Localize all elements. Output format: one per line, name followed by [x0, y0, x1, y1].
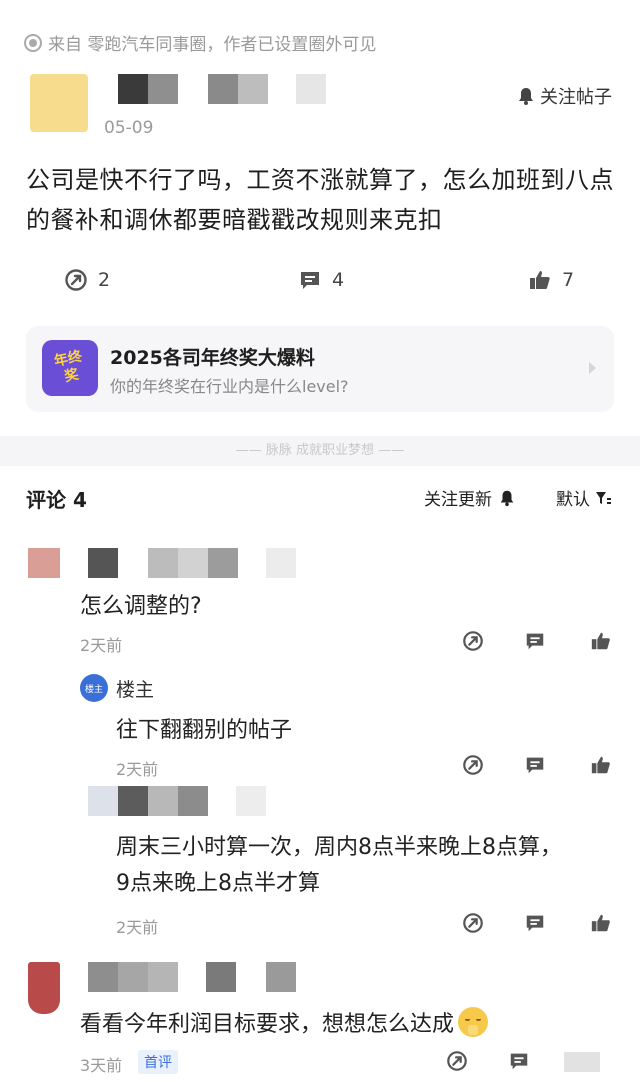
share-count: 2: [98, 269, 111, 291]
comment-actions: [462, 630, 614, 654]
follow-updates-button[interactable]: 关注更新: [424, 485, 516, 510]
comment-time: 2天前: [80, 636, 123, 655]
comment-actions: [446, 1050, 606, 1074]
sort-label: 默认: [556, 490, 590, 510]
comment-text: 看看今年利润目标要求，想想怎么达成: [80, 1012, 455, 1037]
post-body-line: 公司是快不行了吗，工资不涨就算了，怎么加班到八点: [26, 166, 614, 194]
reply-time: 2天前: [116, 760, 159, 779]
promo-badge-text: 年终奖: [52, 348, 84, 386]
thumbs-up-icon[interactable]: [590, 630, 612, 652]
chevron-right-icon: [589, 362, 596, 374]
location-icon: [24, 33, 42, 52]
source-text: 来自 零跑汽车同事圈，作者已设置圈外可见: [48, 35, 377, 55]
promo-title: 2025各司年终奖大爆料: [110, 347, 315, 369]
like-count: 7: [562, 269, 575, 291]
reply-actions: [462, 912, 614, 936]
comment-icon[interactable]: [524, 754, 546, 776]
brand-divider: —— 脉脉 成就职业梦想 ——: [0, 436, 640, 466]
comments-title: 评论 4: [26, 488, 87, 512]
commenter-avatar[interactable]: [28, 962, 60, 1014]
brand-slogan: —— 脉脉 成就职业梦想 ——: [235, 443, 405, 458]
comment-icon[interactable]: [524, 630, 546, 652]
bell-icon: [500, 490, 514, 506]
thumbs-up-icon[interactable]: [590, 912, 612, 934]
follow-post-button[interactable]: 关注帖子: [516, 83, 612, 109]
share-icon[interactable]: [462, 912, 484, 934]
bell-icon: [519, 88, 533, 105]
first-comment-tag: 首评: [138, 1050, 178, 1074]
comment-icon: [301, 272, 319, 289]
commenter-avatar[interactable]: [28, 548, 60, 578]
source-line: 来自 零跑汽车同事圈，作者已设置圈外可见: [24, 30, 376, 55]
reply-actions: [462, 754, 614, 778]
comment-time: 3天前: [80, 1056, 123, 1075]
like-button[interactable]: 7: [528, 268, 574, 292]
comment-text: 怎么调整的?: [80, 594, 202, 619]
comment-count: 4: [332, 269, 345, 291]
share-icon: [65, 269, 87, 291]
watermark-pixelated: [564, 1052, 600, 1072]
comment-text-row: 看看今年利润目标要求，想想怎么达成: [80, 1006, 489, 1038]
author-avatar[interactable]: [30, 74, 88, 132]
op-avatar-badge[interactable]: 楼主: [80, 674, 108, 702]
thumbs-up-icon: [530, 271, 550, 289]
post-body: 公司是快不行了吗，工资不涨就算了，怎么加班到八点 的餐补和调休都要暗戳戳改规则来…: [26, 160, 614, 240]
thumbs-up-icon[interactable]: [590, 754, 612, 776]
promo-subtitle: 你的年终奖在行业内是什么level?: [110, 377, 349, 396]
follow-post-label: 关注帖子: [540, 87, 612, 108]
promo-card[interactable]: 年终奖 2025各司年终奖大爆料 你的年终奖在行业内是什么level?: [26, 326, 614, 412]
reply-text: 周末三小时算一次，周内8点半来晚上8点算， 9点来晚上8点半才算: [116, 830, 562, 902]
share-icon[interactable]: [462, 754, 484, 776]
post-body-line: 的餐补和调休都要暗戳戳改规则来克扣: [26, 206, 443, 234]
share-icon[interactable]: [446, 1050, 468, 1072]
reply-time: 2天前: [116, 918, 159, 937]
sort-dropdown[interactable]: 默认: [556, 485, 612, 510]
op-author-name[interactable]: 楼主: [116, 675, 154, 702]
promo-badge: 年终奖: [42, 340, 98, 396]
first-comment-tag-text: 首评: [144, 1055, 172, 1071]
comment-icon[interactable]: [524, 912, 546, 934]
comment-icon[interactable]: [508, 1050, 530, 1072]
reply-text: 往下翻翻别的帖子: [116, 718, 293, 743]
comment-button[interactable]: 4: [298, 268, 344, 292]
praying-emoji-icon: [458, 1007, 489, 1037]
reply-text-line: 9点来晚上8点半才算: [116, 871, 320, 896]
reply-text-line: 周末三小时算一次，周内8点半来晚上8点算，: [116, 835, 562, 860]
share-icon[interactable]: [462, 630, 484, 652]
op-badge-text: 楼主: [84, 684, 103, 695]
share-button[interactable]: 2: [64, 268, 110, 292]
follow-updates-label: 关注更新: [424, 490, 492, 510]
post-date: 05-09: [104, 118, 154, 138]
filter-icon: [596, 491, 611, 504]
